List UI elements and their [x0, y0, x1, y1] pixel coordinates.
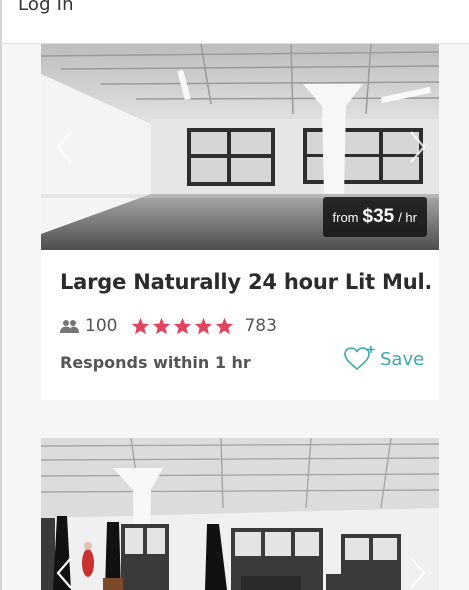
listing-title[interactable]: Large Naturally 24 hour Lit Mul...	[60, 270, 430, 294]
price-from-label: from	[332, 209, 359, 225]
price-amount: $35	[362, 206, 395, 227]
review-count: 783	[244, 316, 277, 336]
listing-card[interactable]: from $35 / hr Large Naturally 24 hour Li…	[41, 44, 439, 400]
frame-border	[0, 44, 2, 590]
listing-meta: 100 783	[60, 315, 277, 337]
price-tag: from $35 / hr	[322, 197, 427, 237]
star-rating	[131, 317, 234, 335]
capacity-count: 100	[85, 316, 118, 336]
listing-photo[interactable]	[41, 438, 439, 590]
save-button[interactable]: Save	[344, 345, 424, 373]
login-link[interactable]: Log In	[18, 0, 74, 15]
star-icon	[132, 317, 150, 335]
people-icon	[60, 320, 79, 333]
chevron-left-icon[interactable]	[55, 130, 75, 164]
chevron-right-icon[interactable]	[407, 556, 427, 590]
listing-card[interactable]	[41, 438, 439, 590]
listing-photo[interactable]: from $35 / hr	[41, 44, 439, 250]
save-label: Save	[380, 348, 425, 370]
top-bar: Log In	[0, 0, 469, 44]
response-time: Responds within 1 hr	[60, 353, 251, 372]
chevron-left-icon[interactable]	[55, 556, 75, 590]
star-icon	[174, 317, 192, 335]
heart-plus-icon	[344, 346, 375, 371]
price-unit: / hr	[398, 209, 417, 225]
chevron-right-icon[interactable]	[407, 130, 427, 164]
star-icon	[216, 317, 234, 335]
star-icon	[195, 317, 213, 335]
star-icon	[153, 317, 171, 335]
